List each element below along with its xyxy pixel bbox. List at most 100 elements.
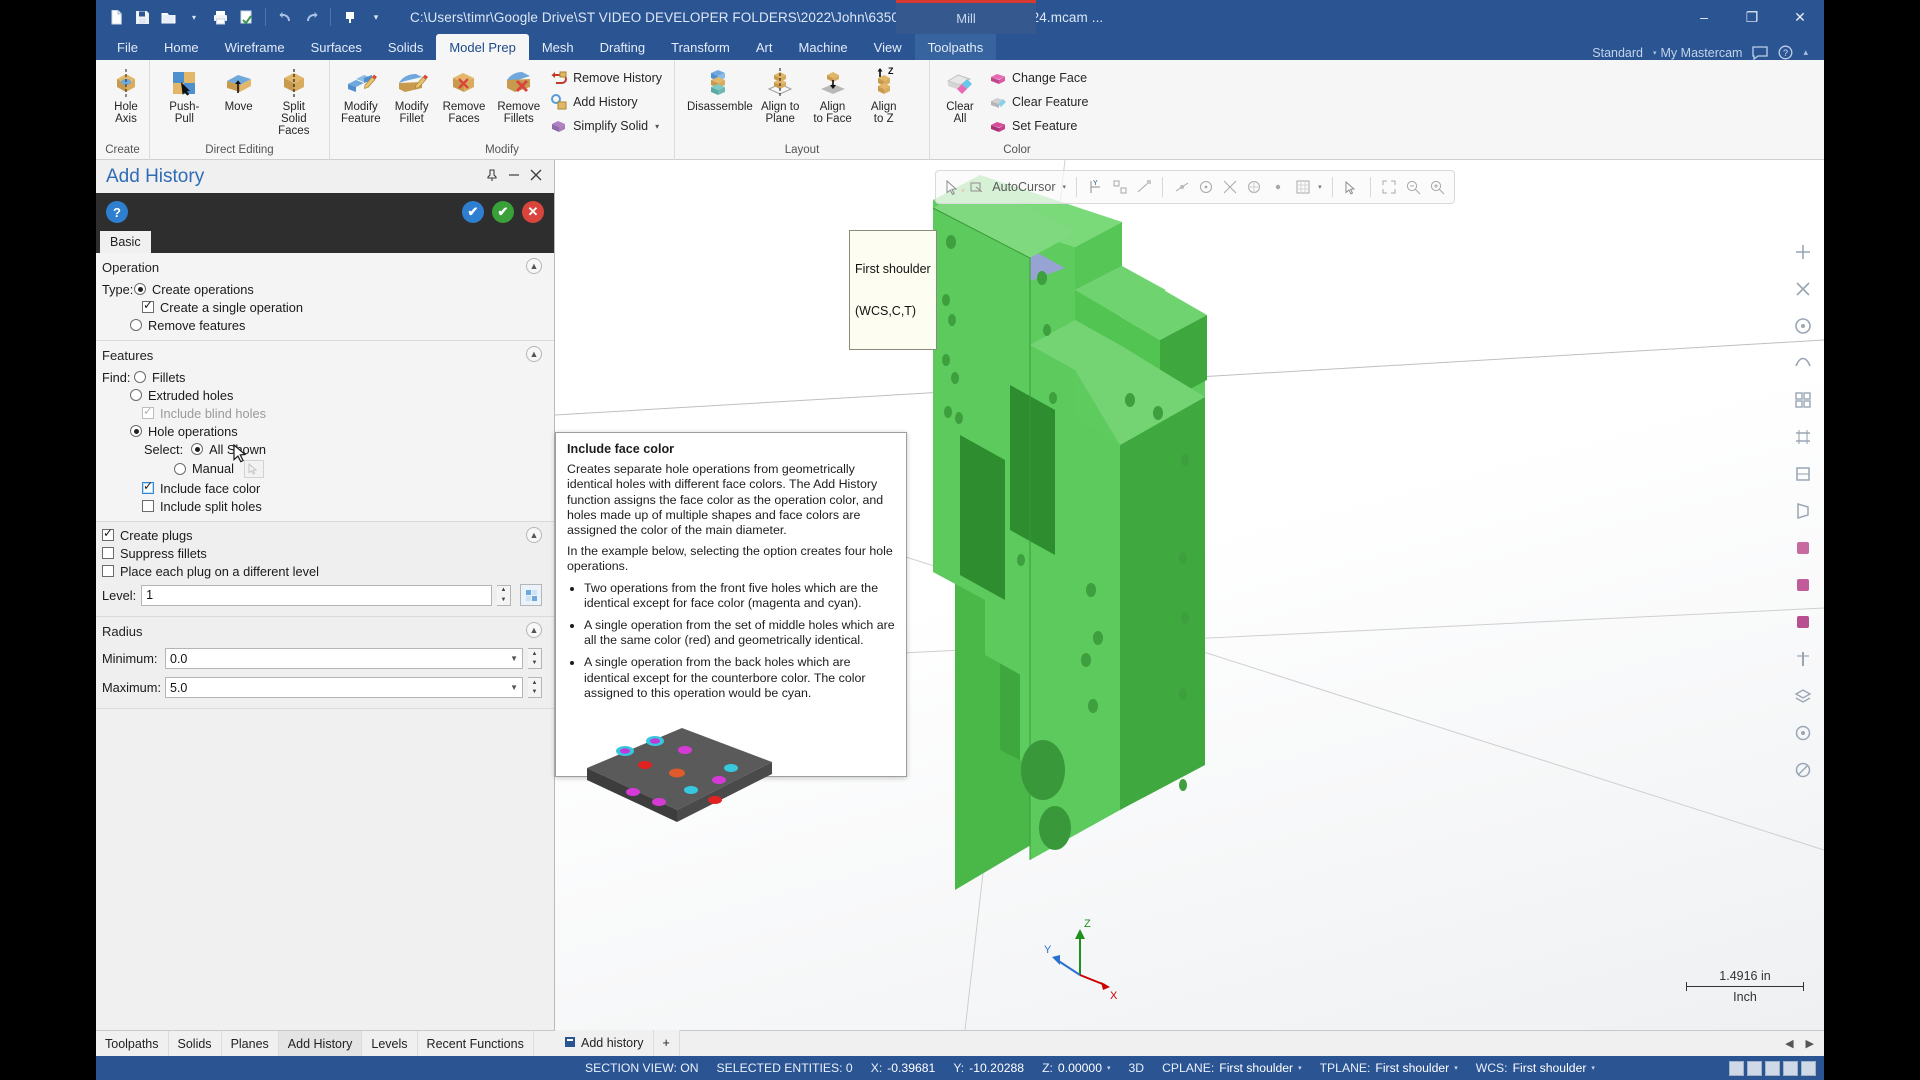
- split-solid-faces-button[interactable]: Split Solid Faces: [265, 65, 323, 139]
- status-wcs[interactable]: WCS: First shoulder ▾: [1467, 1061, 1604, 1075]
- clear-feature-button[interactable]: Clear Feature: [986, 91, 1094, 113]
- chevron-down-icon-3[interactable]: ▾: [1454, 1064, 1458, 1072]
- config-selector[interactable]: Standard: [1592, 46, 1643, 60]
- isometric-view-icon[interactable]: [1789, 386, 1817, 414]
- center-icon[interactable]: [1197, 178, 1214, 197]
- cancel-button[interactable]: ✕: [522, 201, 544, 223]
- cursor-icon[interactable]: [944, 178, 961, 197]
- radius-minimum-input[interactable]: 0.0 ▼: [165, 648, 523, 669]
- chevron-down-icon-2[interactable]: ▾: [1318, 183, 1322, 191]
- section-radius-collapse-icon[interactable]: ▲: [526, 622, 542, 638]
- select-icon[interactable]: [1343, 178, 1360, 197]
- ok-and-create-new-button[interactable]: ✔: [462, 201, 484, 223]
- open-icon[interactable]: [156, 5, 180, 29]
- ribbon-tab-machine[interactable]: Machine: [786, 34, 861, 60]
- point-icon[interactable]: [1270, 178, 1287, 197]
- print-icon[interactable]: [208, 5, 232, 29]
- chat-icon[interactable]: [1752, 45, 1769, 60]
- checkbox-include-face-color[interactable]: [142, 479, 154, 494]
- chevron-down-icon-2[interactable]: ▾: [1298, 1064, 1302, 1072]
- endpoint-icon[interactable]: [1135, 178, 1152, 197]
- redo-icon[interactable]: [299, 5, 323, 29]
- level-stepper[interactable]: ▲ ▼: [497, 584, 511, 606]
- midpoint-icon[interactable]: [1173, 178, 1190, 197]
- status-mode-toggle[interactable]: 3D: [1120, 1061, 1154, 1075]
- quadrant-icon[interactable]: [1246, 178, 1263, 197]
- ribbon-tab-surfaces[interactable]: Surfaces: [298, 34, 375, 60]
- radius-maximum-input[interactable]: 5.0 ▼: [165, 677, 523, 698]
- tab-add-history[interactable]: Add History: [278, 1031, 363, 1056]
- add-history-button[interactable]: Add History: [547, 91, 668, 113]
- ribbon-tab-view[interactable]: View: [861, 34, 915, 60]
- zoom-window-icon[interactable]: [1429, 178, 1446, 197]
- status-button-5[interactable]: [1801, 1060, 1816, 1076]
- ribbon-tab-transform[interactable]: Transform: [658, 34, 743, 60]
- checkbox-create-single-operation[interactable]: [142, 298, 154, 313]
- ok-button[interactable]: ✔: [492, 201, 514, 223]
- radio-extruded-holes[interactable]: [130, 389, 142, 401]
- help-icon[interactable]: ?: [1778, 45, 1793, 60]
- ribbon-tab-home[interactable]: Home: [151, 34, 212, 60]
- minimize-button[interactable]: –: [1680, 0, 1728, 34]
- new-tab-icon[interactable]: +: [653, 1030, 680, 1056]
- align-to-z-button[interactable]: Z Align to Z: [860, 65, 908, 127]
- autocursor-toolbar[interactable]: AutoCursor ▾ Y ▾: [935, 170, 1455, 204]
- tab-toolpaths[interactable]: Toolpaths: [96, 1031, 169, 1056]
- remove-history-button[interactable]: Remove History: [547, 67, 668, 89]
- customize-icon[interactable]: [338, 5, 362, 29]
- modify-fillet-button[interactable]: Modify Fillet: [388, 65, 436, 127]
- modify-feature-button[interactable]: Modify Feature: [336, 65, 386, 127]
- wireframe-icon[interactable]: [1789, 534, 1817, 562]
- zoom-target-icon[interactable]: [1789, 312, 1817, 340]
- radio-create-operations[interactable]: [134, 283, 146, 295]
- section-view-icon[interactable]: [1789, 645, 1817, 673]
- undo-icon[interactable]: [273, 5, 297, 29]
- checkbox-place-each-plug-on-different-level[interactable]: [102, 565, 114, 577]
- status-button-2[interactable]: [1747, 1060, 1762, 1076]
- print-preview-icon[interactable]: [234, 5, 258, 29]
- intersection-icon[interactable]: [1222, 178, 1239, 197]
- levels-icon[interactable]: [1789, 682, 1817, 710]
- ribbon-tab-wireframe[interactable]: Wireframe: [212, 34, 298, 60]
- checkbox-include-blind-holes[interactable]: [142, 404, 154, 419]
- level-picker-icon[interactable]: [520, 584, 542, 606]
- status-tplane[interactable]: TPLANE: First shoulder ▾: [1311, 1061, 1467, 1075]
- ribbon-tab-drafting[interactable]: Drafting: [587, 34, 659, 60]
- remove-faces-button[interactable]: Remove Faces: [438, 65, 491, 127]
- checkbox-create-plugs[interactable]: [102, 526, 114, 541]
- shaded-icon[interactable]: [1789, 571, 1817, 599]
- blank-icon[interactable]: [1789, 719, 1817, 747]
- chevron-down-icon-4[interactable]: ▾: [1591, 1064, 1595, 1072]
- clear-all-button[interactable]: Clear All: [936, 65, 984, 127]
- checkbox-include-split-holes[interactable]: [142, 500, 154, 512]
- shaded-wireframe-icon[interactable]: [1789, 608, 1817, 636]
- ribbon-tab-model-prep[interactable]: Model Prep: [436, 34, 529, 60]
- front-view-icon[interactable]: [1789, 460, 1817, 488]
- dynamic-rotate-icon[interactable]: [1789, 349, 1817, 377]
- panel-minimize-icon[interactable]: [508, 169, 520, 184]
- disassemble-button[interactable]: Disassemble: [681, 65, 753, 115]
- status-section-view[interactable]: SECTION VIEW: ON: [576, 1061, 708, 1075]
- chevron-down-icon[interactable]: ▾: [1107, 1064, 1111, 1072]
- chevron-down-icon[interactable]: ▾: [655, 122, 659, 131]
- close-button[interactable]: ✕: [1776, 0, 1824, 34]
- radio-fillets[interactable]: [134, 371, 146, 383]
- chevron-down-icon[interactable]: ▼: [506, 683, 518, 692]
- status-cplane[interactable]: CPLANE: First shoulder ▾: [1153, 1061, 1311, 1075]
- chevron-down-icon[interactable]: ▾: [1063, 183, 1067, 191]
- axis-y-icon[interactable]: Y: [1087, 178, 1104, 197]
- section-features-collapse-icon[interactable]: ▲: [526, 346, 542, 362]
- my-mastercam-menu[interactable]: ▾ My Mastercam: [1653, 46, 1742, 60]
- align-to-face-button[interactable]: Align to Face: [807, 65, 857, 127]
- simplify-solid-button[interactable]: Simplify Solid ▾: [547, 115, 668, 137]
- section-operation-collapse-icon[interactable]: ▲: [526, 258, 542, 274]
- next-tab-icon[interactable]: ▶: [1806, 1037, 1814, 1050]
- chevron-down-icon[interactable]: ▼: [506, 654, 518, 663]
- pin-icon[interactable]: [486, 168, 498, 185]
- tab-recent-functions[interactable]: Recent Functions: [418, 1031, 534, 1056]
- fit-icon[interactable]: [1381, 178, 1398, 197]
- tab-levels[interactable]: Levels: [362, 1031, 418, 1056]
- maximize-button[interactable]: ❐: [1728, 0, 1776, 34]
- right-view-icon[interactable]: [1789, 497, 1817, 525]
- panel-close-icon[interactable]: [530, 169, 542, 184]
